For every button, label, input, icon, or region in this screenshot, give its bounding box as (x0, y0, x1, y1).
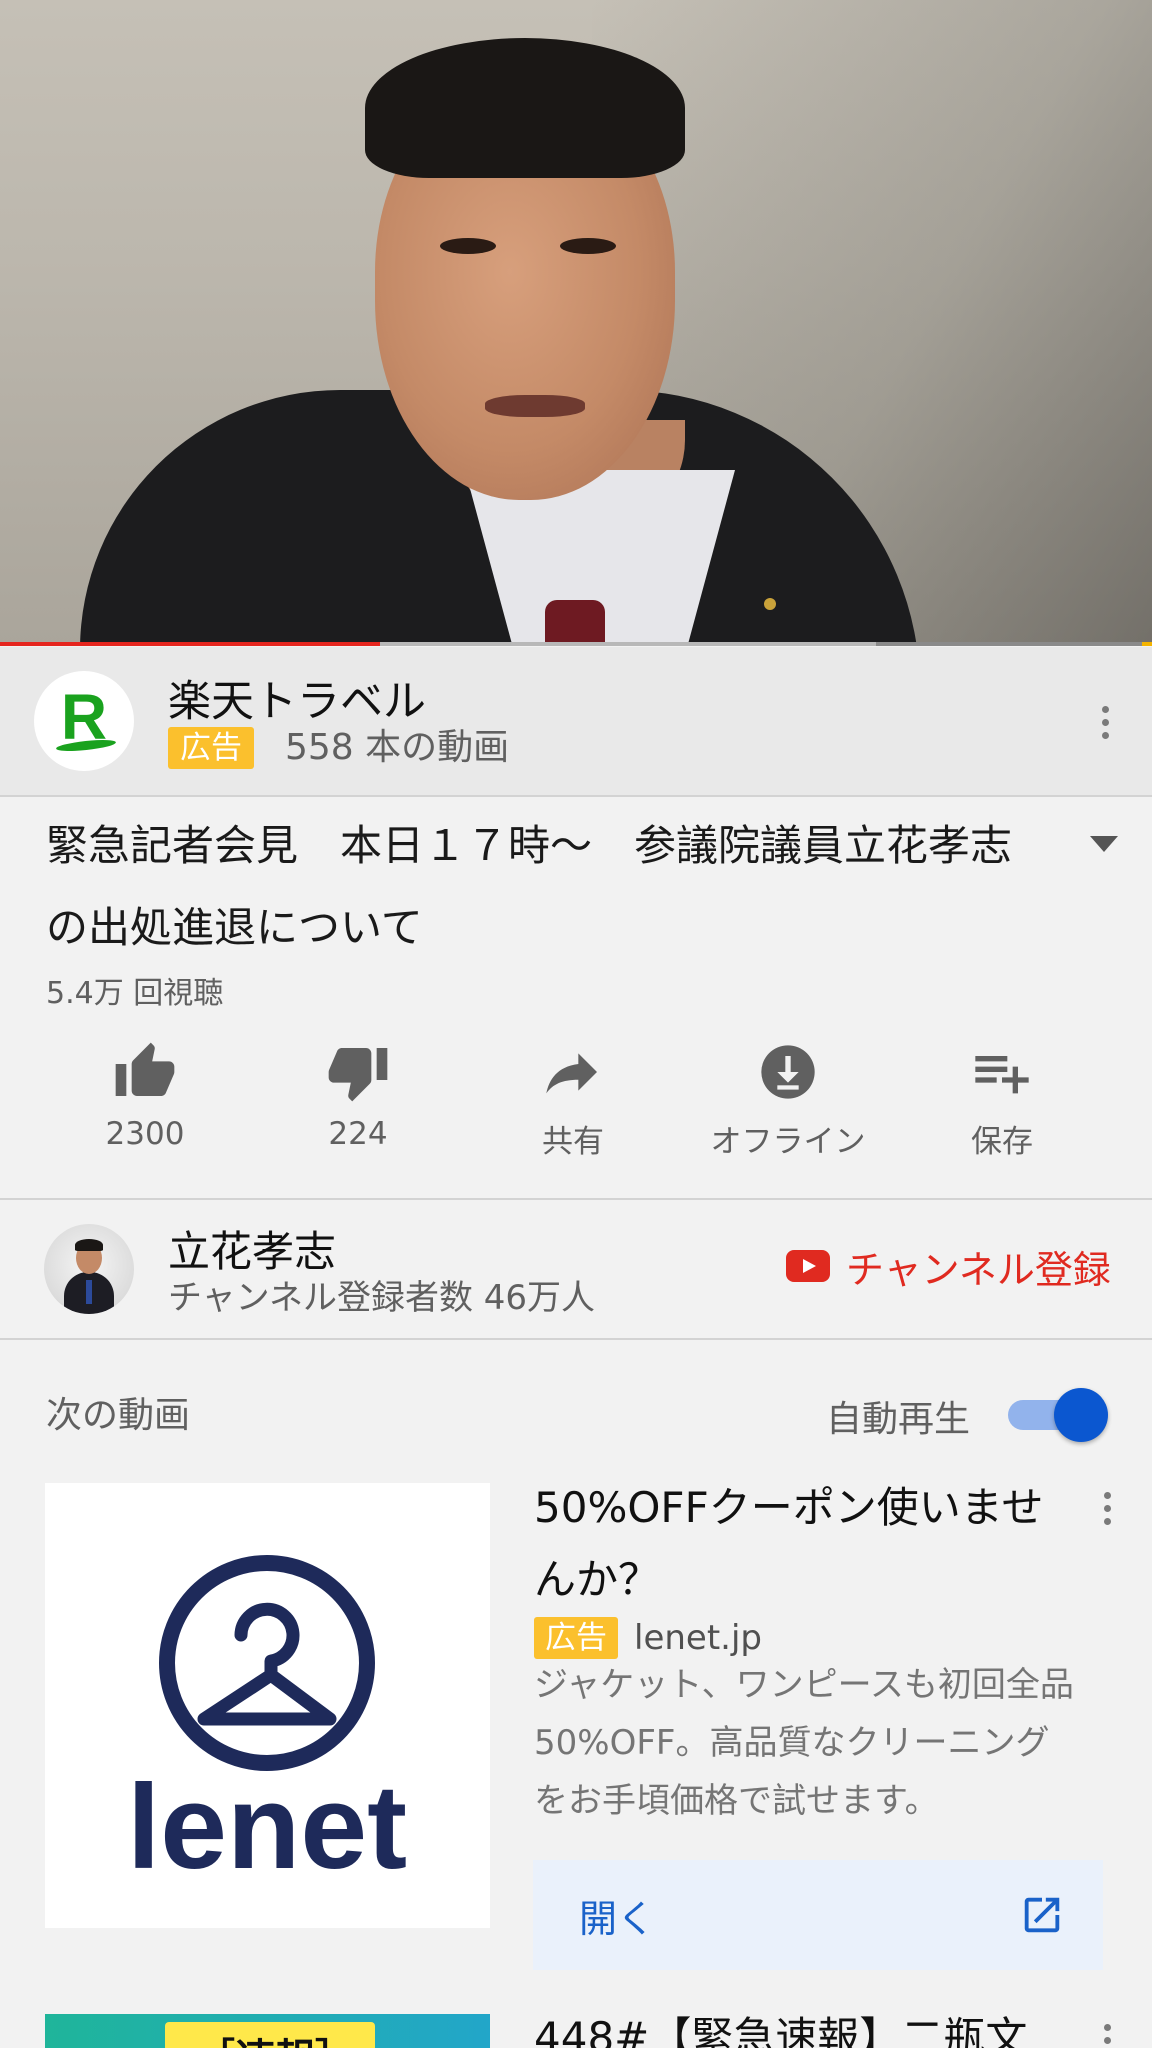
dislike-count: 224 (328, 1116, 388, 1152)
ad-channel-name[interactable]: 楽天トラベル (168, 667, 426, 729)
autoplay-label: 自動再生 (826, 1399, 971, 1440)
open-label: 開く (579, 1896, 656, 1941)
channel-avatar[interactable] (44, 1224, 134, 1314)
share-button[interactable]: 共有 (468, 1040, 678, 1160)
view-count: 5.4万 回視聴 (46, 976, 224, 1011)
ad-card-badge: 広告 (534, 1617, 618, 1659)
expand-description-icon[interactable] (1090, 836, 1118, 852)
autoplay-toggle-knob (1054, 1388, 1108, 1442)
youtube-logo-icon (786, 1250, 830, 1282)
ad-thumbnail[interactable]: lenet (45, 1483, 490, 1928)
avatar-hair (75, 1239, 103, 1251)
progress-bar[interactable] (0, 642, 1152, 646)
video-title[interactable]: 緊急記者会見 本日１７時〜 参議院議員立花孝志の出処進退について (46, 805, 1046, 969)
video-player[interactable] (0, 0, 1152, 646)
next-video-thumbnail[interactable]: ［速報］ (45, 2014, 490, 2048)
ad-card-description: ジャケット、ワンピースも初回全品50%OFF。高品質なクリーニングをお手頃価格で… (534, 1665, 1074, 1821)
download-icon (761, 1045, 815, 1099)
ad-card-domain: lenet.jp (634, 1618, 762, 1658)
ad-channel-meta: 558 本の動画 (285, 727, 510, 768)
download-button[interactable]: オフライン (683, 1040, 893, 1160)
divider (0, 1338, 1152, 1340)
ad-badge: 広告 (168, 727, 254, 769)
avatar-tie (86, 1280, 92, 1304)
open-ad-button[interactable]: 開く (533, 1860, 1103, 1970)
like-button[interactable]: 2300 (40, 1040, 250, 1160)
save-button[interactable]: 保存 (897, 1040, 1107, 1160)
external-link-icon (1024, 1897, 1060, 1933)
next-video-more-icon[interactable] (1093, 2012, 1121, 2048)
playlist-add-icon (975, 1056, 1029, 1094)
video-frame-eye (440, 238, 496, 254)
action-bar: 2300 224 共有 オフライン 保存 (0, 1040, 1152, 1160)
ad-card-title[interactable]: 50%OFFクーポン使いませんか？ (534, 1472, 1074, 1616)
video-frame-tie (545, 600, 605, 646)
ad-card-more-icon[interactable] (1093, 1480, 1121, 1536)
progress-played (0, 642, 381, 646)
next-thumbnail-text: ［速報］ (195, 2026, 355, 2048)
video-frame-mouth (485, 395, 585, 417)
video-frame-hair (365, 38, 685, 178)
video-frame-eye (560, 238, 616, 254)
thumb-down-icon (328, 1048, 388, 1102)
lenet-logo-text: lenet (127, 1760, 407, 1894)
share-label: 共有 (542, 1124, 604, 1160)
subscribe-label: チャンネル登録 (846, 1247, 1111, 1292)
thumb-up-icon (115, 1042, 175, 1096)
subscriber-count: チャンネル登録者数 46万人 (168, 1278, 596, 1318)
ad-channel-logo[interactable]: R (34, 671, 134, 771)
dislike-button[interactable]: 224 (253, 1040, 463, 1160)
video-frame-lapel-pin (764, 598, 776, 610)
download-label: オフライン (710, 1124, 866, 1160)
ad-marker (1142, 642, 1152, 646)
lenet-logo: lenet (127, 1555, 407, 1894)
like-count: 2300 (105, 1116, 185, 1152)
share-icon (546, 1053, 597, 1094)
save-label: 保存 (971, 1124, 1033, 1160)
up-next-label: 次の動画 (46, 1395, 191, 1436)
next-video-title[interactable]: 448#【緊急速報】二瓶文 (534, 2004, 1027, 2048)
subscribe-button[interactable]: チャンネル登録 (786, 1240, 1111, 1292)
more-options-icon[interactable] (1091, 694, 1119, 750)
ad-channel-bar[interactable]: R 楽天トラベル 広告 558 本の動画 (0, 647, 1152, 797)
divider (0, 1198, 1152, 1200)
autoplay-toggle[interactable] (1008, 1388, 1108, 1442)
